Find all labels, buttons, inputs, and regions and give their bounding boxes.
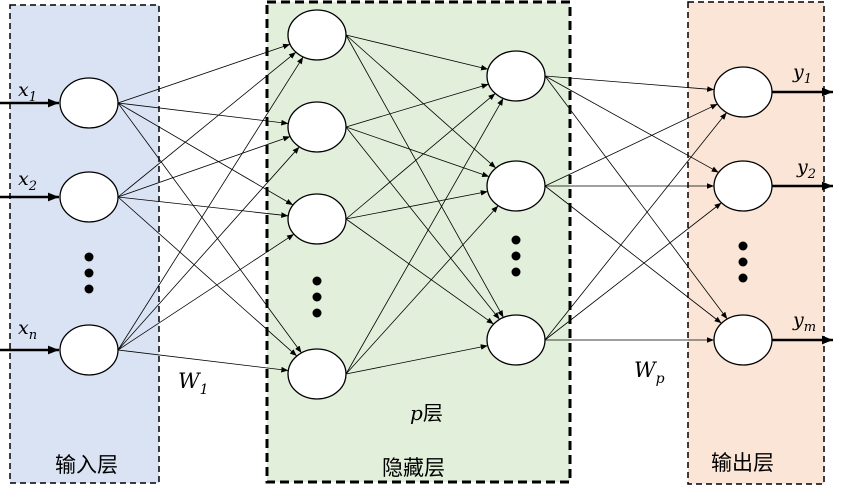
output-neuron-3	[713, 314, 773, 366]
hidden-ellipsis-2	[511, 235, 521, 277]
input-neuron-2	[59, 171, 119, 223]
input-layer-box	[9, 4, 160, 484]
input-ellipsis	[84, 252, 94, 294]
input-layer-label: 输入层	[55, 453, 118, 477]
output-neuron-1	[713, 66, 773, 118]
output-neuron-2	[713, 160, 773, 212]
output-ellipsis	[738, 241, 748, 283]
input-neuron-1	[59, 77, 119, 129]
input-neuron-3	[59, 324, 119, 376]
hidden-ellipsis-1	[312, 276, 322, 318]
output-layer-label: 输出层	[711, 451, 774, 475]
hidden2-neuron-1	[486, 50, 546, 102]
hidden-sublayer-label: p层	[410, 401, 443, 425]
hidden1-neuron-1	[287, 9, 347, 61]
weight-label-wp: Wp	[634, 358, 665, 387]
neural-network-diagram: x1 x2 xn y1 y2 ym W1 Wp 输入层 隐藏层 输出层 p层	[0, 0, 833, 485]
hidden-layer-label: 隐藏层	[382, 456, 445, 480]
weight-label-w1: W1	[178, 369, 209, 398]
hidden2-neuron-2	[486, 160, 546, 212]
hidden1-neuron-2	[287, 101, 347, 153]
hidden2-neuron-3	[486, 314, 546, 366]
hidden1-neuron-4	[287, 348, 347, 400]
hidden1-neuron-3	[287, 193, 347, 245]
